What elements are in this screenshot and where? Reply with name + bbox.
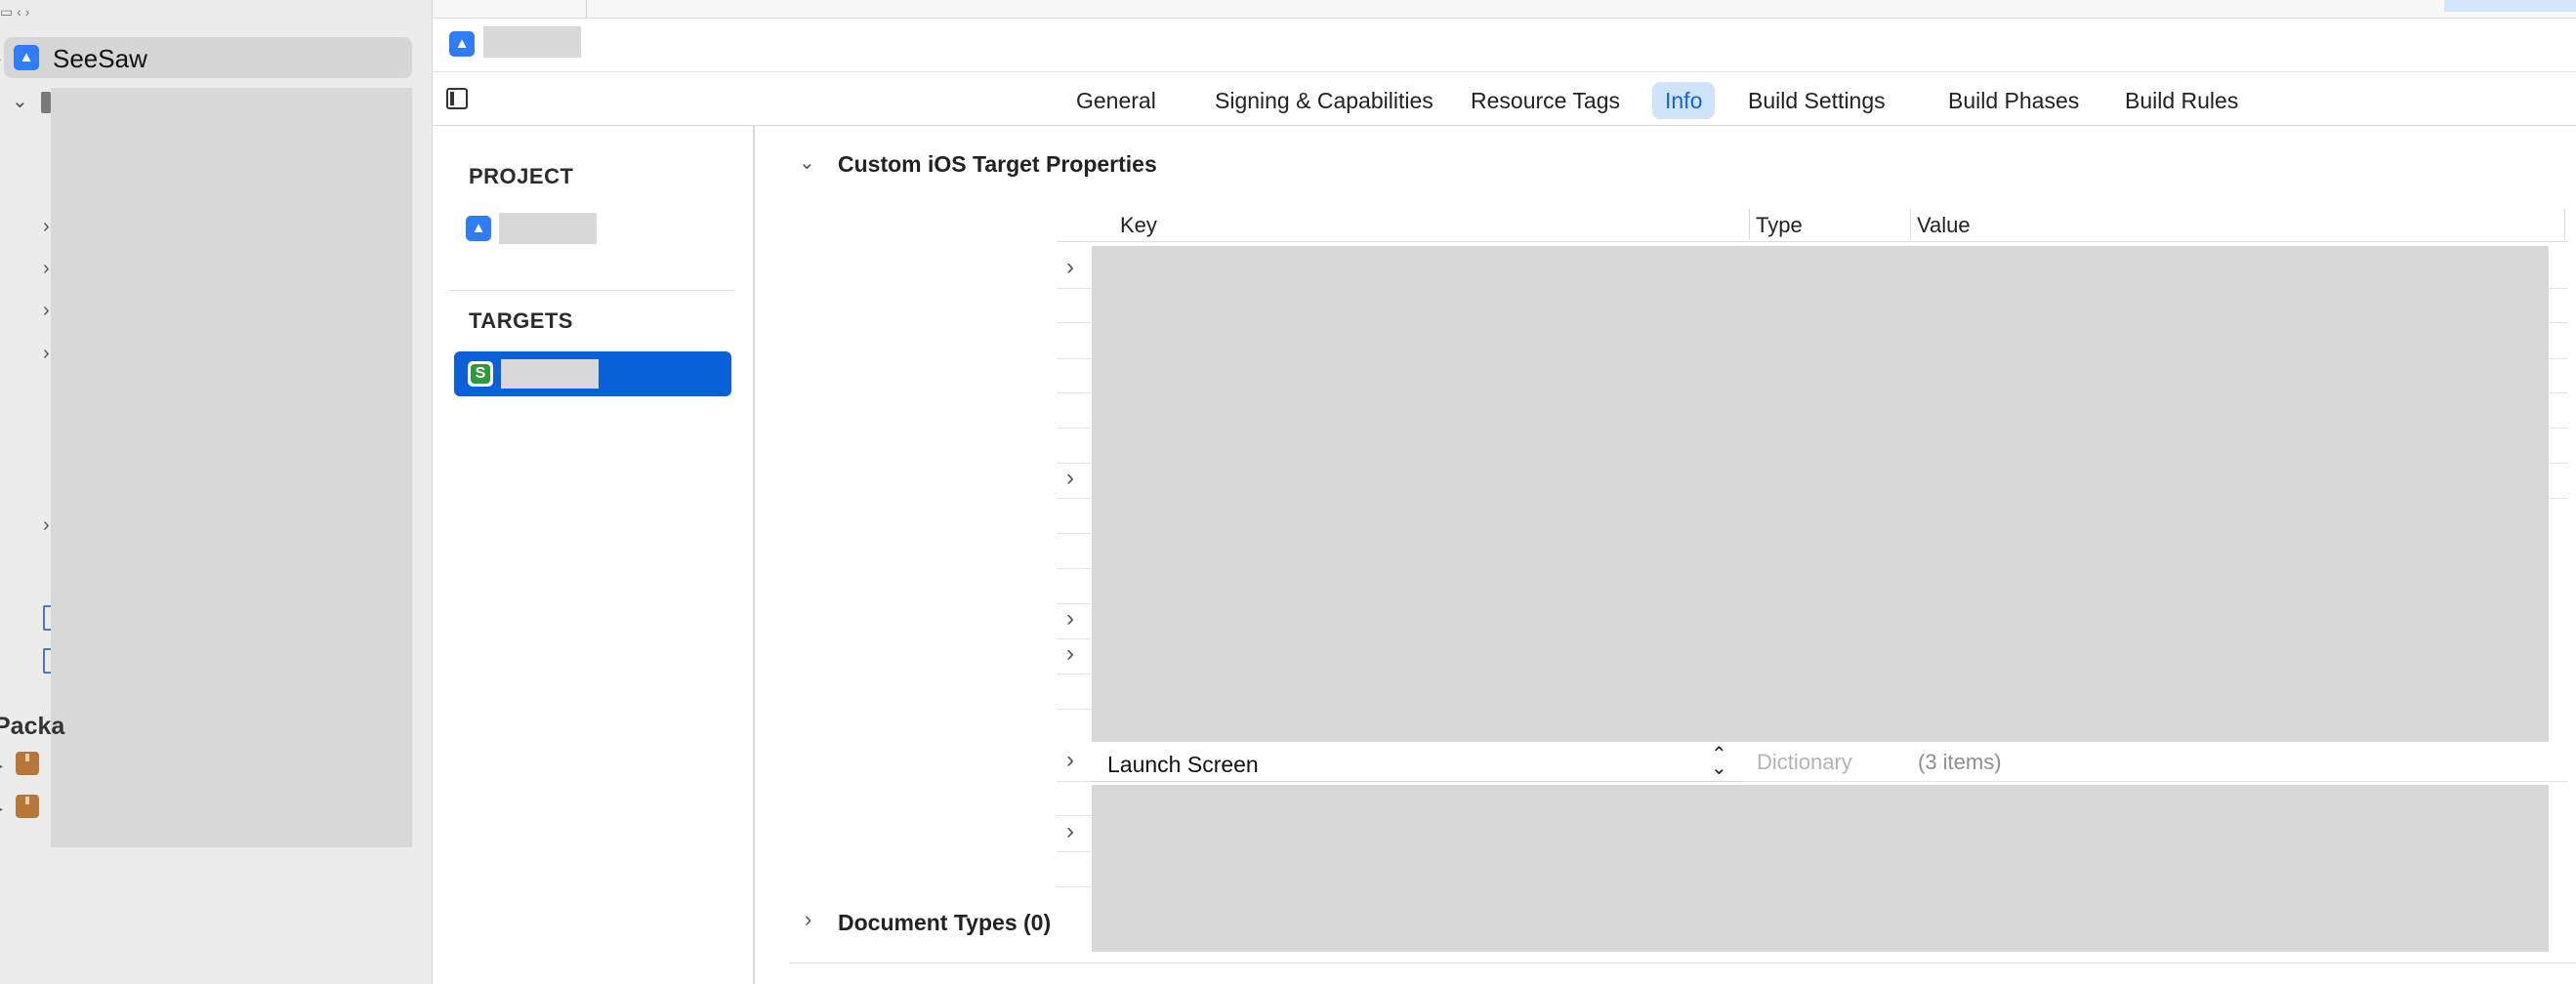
chevron-right-icon[interactable]: › — [1066, 467, 1074, 490]
chevron-right-icon[interactable]: › — [43, 342, 50, 365]
chevron-down-icon[interactable]: ⌄ — [12, 90, 28, 113]
tab-info[interactable]: Info — [1652, 82, 1716, 119]
row-divider — [1057, 638, 1094, 639]
list-divider — [450, 290, 735, 291]
package-icon — [16, 752, 39, 775]
chevron-right-icon[interactable]: › — [43, 513, 50, 537]
tab-signing-capabilities[interactable]: Signing & Capabilities — [1202, 82, 1446, 119]
tab-build-phases[interactable]: Build Phases — [1935, 82, 2092, 119]
project-navigator: ▭ ‹ › ▸ SeeSaw ⌄ › › › › › Packa ▸ ▸ — [0, 0, 433, 984]
project-targets-list: PROJECT TARGETS S — [433, 126, 755, 984]
tab-general[interactable]: General — [1063, 82, 1169, 119]
chevron-right-icon[interactable]: › — [43, 299, 50, 322]
chevron-right-icon[interactable]: › — [1066, 749, 1074, 772]
row-divider — [1057, 322, 1094, 323]
sidebar-toggle-icon[interactable] — [446, 88, 468, 109]
package-dependencies-label: Packa — [0, 713, 65, 740]
section-divider — [789, 963, 2576, 964]
redacted-properties-block — [1092, 785, 2549, 952]
row-divider — [1057, 463, 1094, 464]
column-separator — [1910, 209, 1911, 240]
column-header-value[interactable]: Value — [1917, 213, 1971, 238]
type-cell: Dictionary — [1757, 750, 1852, 774]
chevron-right-icon[interactable]: › — [43, 215, 50, 238]
column-header-key[interactable]: Key — [1120, 213, 1157, 238]
value-cell: (3 items) — [1918, 750, 2002, 774]
document-types-header[interactable]: Document Types (0) — [838, 910, 1051, 936]
row-divider — [1057, 603, 1094, 604]
row-divider — [1057, 428, 1094, 429]
chevron-down-icon[interactable]: ⌄ — [799, 151, 815, 175]
redacted-properties-block — [1092, 246, 2549, 742]
row-divider — [1057, 392, 1094, 393]
toolbar-icons-fragment[interactable]: ▭ ‹ › — [0, 0, 29, 23]
target-icon: S — [468, 361, 493, 387]
targets-section-header: TARGETS — [469, 308, 573, 333]
chevron-right-icon[interactable]: › — [1066, 642, 1074, 666]
popup-chevron-icon[interactable]: ⌃ ⌄ — [1711, 745, 1727, 778]
redacted-target-name — [501, 359, 599, 389]
chevron-right-icon[interactable]: › — [1066, 820, 1074, 843]
row-divider — [1057, 709, 1094, 710]
redacted-file-tree — [51, 88, 412, 847]
column-separator — [2564, 209, 2565, 240]
disclosure-triangle-icon[interactable]: ▸ — [0, 754, 3, 777]
row-divider — [1057, 674, 1094, 675]
tab-build-rules[interactable]: Build Rules — [2112, 82, 2251, 119]
window-toolbar — [433, 0, 2576, 19]
row-divider — [1057, 886, 1094, 887]
disclosure-triangle-icon[interactable]: ▸ — [0, 797, 3, 820]
editor-tab-bar: General Signing & Capabilities Resource … — [433, 72, 2576, 126]
chevron-right-icon[interactable]: › — [1066, 607, 1074, 631]
table-row-launch-screen[interactable]: Launch Screen ⌃ ⌄ — [1092, 745, 1742, 782]
row-divider — [1057, 851, 1094, 852]
app-icon — [14, 45, 39, 70]
row-divider — [1057, 358, 1094, 359]
disclosure-triangle-icon[interactable]: ▸ — [0, 47, 1, 70]
column-separator — [1749, 209, 1750, 240]
navigator-project-name: SeeSaw — [53, 44, 147, 73]
chevron-right-icon[interactable]: › — [805, 908, 811, 931]
target-item-selected[interactable]: S — [454, 351, 731, 396]
editor-jump-bar — [433, 19, 2576, 72]
row-divider — [1057, 815, 1094, 816]
row-divider — [1057, 498, 1094, 499]
custom-ios-target-properties-header[interactable]: Custom iOS Target Properties — [838, 151, 1157, 178]
tab-resource-tags[interactable]: Resource Tags — [1458, 82, 1633, 119]
package-icon — [16, 795, 39, 818]
key-cell[interactable]: Launch Screen — [1107, 752, 1259, 778]
project-section-header: PROJECT — [469, 164, 574, 188]
header-divider — [1057, 241, 2568, 242]
column-header-type[interactable]: Type — [1756, 213, 1803, 238]
project-icon[interactable] — [466, 216, 491, 241]
folder-icon — [41, 92, 51, 113]
row-divider — [1057, 533, 1094, 534]
toolbar-divider — [586, 0, 587, 18]
chevron-right-icon[interactable]: › — [1066, 256, 1074, 279]
tab-build-settings[interactable]: Build Settings — [1735, 82, 1898, 119]
inspector-toggle-button[interactable] — [2444, 0, 2576, 12]
row-divider — [1057, 288, 1094, 289]
redacted-breadcrumb — [483, 26, 581, 58]
app-icon[interactable] — [449, 31, 475, 57]
chevron-right-icon[interactable]: › — [43, 257, 50, 280]
row-divider — [1057, 568, 1094, 569]
redacted-project-name — [499, 213, 597, 244]
